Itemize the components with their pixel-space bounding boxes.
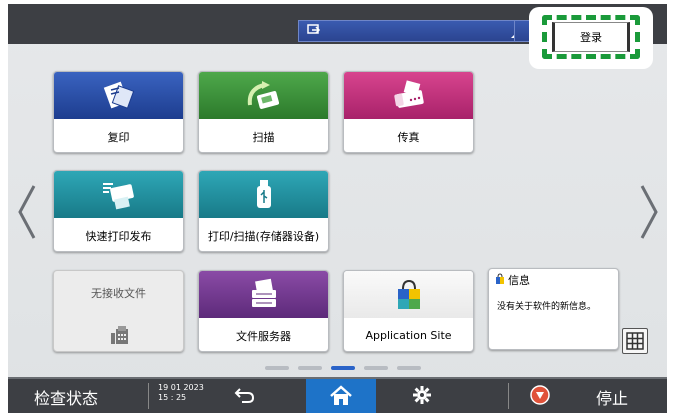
fax-tile[interactable]: 传真 — [343, 71, 474, 153]
bottom-bar: 检查状态 19 01 2023 15 : 25 停止 — [8, 377, 667, 413]
date-text: 19 01 2023 — [158, 383, 204, 392]
page-dot-active[interactable] — [331, 366, 355, 370]
info-message: 没有关于软件的新信息。 — [497, 302, 597, 312]
no-received-files-label: 无接收文件 — [91, 287, 146, 300]
info-title: 信息 — [508, 274, 530, 287]
check-status-button[interactable]: 检查状态 — [34, 385, 98, 409]
home-icon — [330, 385, 352, 405]
scan-tile[interactable]: 扫描 — [198, 71, 329, 153]
received-fax-icon — [110, 325, 130, 349]
usb-storage-icon — [199, 171, 328, 218]
stop-label[interactable]: 停止 — [596, 385, 628, 409]
grid-icon — [626, 332, 644, 350]
application-site-tile[interactable]: Application Site — [343, 270, 474, 352]
quick-print-label: 快速打印发布 — [85, 229, 152, 243]
settings-button[interactable] — [412, 385, 432, 409]
copy-tile[interactable]: 复印 — [53, 71, 184, 153]
time-text: 15 : 25 — [158, 393, 187, 402]
divider — [148, 383, 149, 409]
application-site-label: Application Site — [365, 329, 452, 342]
page-dot[interactable] — [265, 366, 289, 370]
document-server-label: 文件服务器 — [236, 329, 291, 343]
document-server-icon — [199, 271, 328, 318]
copy-label: 复印 — [107, 130, 130, 144]
fax-label: 传真 — [397, 130, 420, 144]
stop-icon — [530, 385, 550, 405]
home-button[interactable] — [306, 379, 376, 413]
print-scan-storage-label: 打印/扫描(存储器设备) — [207, 229, 320, 243]
information-widget[interactable]: 信息 没有关于软件的新信息。 — [488, 268, 619, 350]
status-message-field[interactable] — [298, 20, 522, 42]
page-dot[interactable] — [397, 366, 421, 370]
document-server-tile[interactable]: 文件服务器 — [198, 270, 329, 352]
print-scan-storage-tile[interactable]: 打印/扫描(存储器设备) — [198, 170, 329, 252]
no-received-files-tile[interactable]: 无接收文件 — [53, 270, 184, 352]
gear-icon — [413, 386, 431, 404]
login-button[interactable]: 登录 — [552, 22, 630, 52]
scan-icon — [199, 72, 328, 119]
page-dot[interactable] — [364, 366, 388, 370]
divider — [508, 383, 509, 409]
info-bag-icon — [495, 272, 505, 288]
back-icon — [234, 388, 255, 403]
job-list-icon — [307, 24, 321, 39]
next-page-arrow[interactable] — [638, 182, 662, 242]
fax-icon — [344, 72, 473, 119]
copy-icon — [54, 72, 183, 119]
quick-print-icon — [54, 171, 183, 218]
home-screen: 登录 复印 扫描 传真 快速打印发布 打印/扫描(存储器设备) 无接收文件 文件… — [8, 4, 667, 413]
back-button[interactable] — [234, 385, 256, 409]
page-dot[interactable] — [298, 366, 322, 370]
shopping-bag-icon — [344, 271, 473, 318]
app-grid-button[interactable] — [622, 328, 648, 354]
page-indicator — [265, 366, 421, 370]
previous-page-arrow[interactable] — [14, 182, 38, 242]
date-time-display: 19 01 2023 15 : 25 — [158, 383, 204, 403]
quick-print-release-tile[interactable]: 快速打印发布 — [53, 170, 184, 252]
stop-button[interactable] — [530, 385, 550, 409]
scan-label: 扫描 — [252, 130, 275, 144]
